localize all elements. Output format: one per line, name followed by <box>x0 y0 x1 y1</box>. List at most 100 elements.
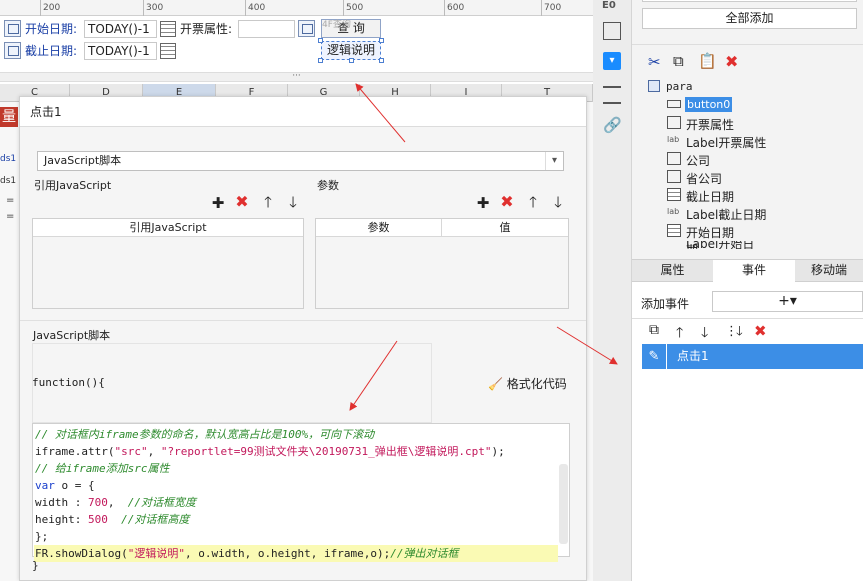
selection-handle[interactable] <box>379 38 384 43</box>
delete-icon[interactable]: ✖ <box>234 194 250 210</box>
code-line: height: 500 //对话框高度 <box>35 513 190 526</box>
script-section-label: JavaScript脚本 <box>33 329 111 342</box>
tab-events[interactable]: 事件 <box>713 260 795 282</box>
cut-icon[interactable]: ✂ <box>648 53 661 71</box>
tab-properties[interactable]: 属性 <box>632 260 713 281</box>
delete-icon[interactable]: ✖ <box>725 52 738 71</box>
tree-item[interactable]: Label开票属性 <box>686 134 766 151</box>
tree-item[interactable]: 截止日期 <box>686 188 734 205</box>
code-editor[interactable]: // 对话框内iframe参数的命名，默认宽高占比是100%，可向下滚动 ifr… <box>32 423 570 562</box>
events-pane: 添加事件 +▾ ⧉ 🡑 🡓 ⋮🡓 ✖ ✎ 点击1 <box>632 282 863 581</box>
list-icon[interactable] <box>603 86 621 104</box>
delete-icon[interactable]: ✖ <box>754 322 767 340</box>
add-all-label: 全部添加 <box>725 11 774 25</box>
tab-mobile[interactable]: 移动端 <box>795 260 863 281</box>
calendar-icon[interactable] <box>160 43 176 59</box>
invoice-attribute-label: 开票属性: <box>180 22 233 36</box>
sidebar-top-icon[interactable]: E0 <box>602 0 616 11</box>
tree-item-partial[interactable]: Label开始日期 <box>686 241 766 249</box>
move-up-icon[interactable]: 🡑 <box>260 194 276 210</box>
function-header: function(){ <box>32 376 105 389</box>
cell-element-icon[interactable] <box>603 22 621 40</box>
tree-item-button0[interactable]: button0 <box>685 97 733 112</box>
param-table[interactable]: 参数 值 <box>315 218 569 309</box>
pencil-icon[interactable]: ✎ <box>642 344 667 369</box>
param-section-label: 参数 <box>317 179 339 192</box>
grid-side-label: ds1 <box>0 154 17 164</box>
tree-root[interactable]: para <box>666 80 693 93</box>
tree-item[interactable]: 开始日期 <box>686 224 734 241</box>
paste-icon[interactable]: 📋 <box>698 52 717 70</box>
table-column-header: 引用JavaScript <box>33 219 303 237</box>
move-up-icon[interactable]: 🡑 <box>525 194 541 210</box>
grid-side-label: 量 <box>0 107 18 127</box>
add-all-button[interactable]: 全部添加 <box>642 8 857 29</box>
ruler-tick: 700 <box>544 3 562 13</box>
combo-widget-icon <box>667 170 681 183</box>
copy-icon[interactable]: ⧉ <box>649 322 659 338</box>
selection-handle[interactable] <box>318 58 323 63</box>
add-event-button[interactable]: +▾ <box>712 291 863 312</box>
label-widget-icon: lab <box>667 207 680 216</box>
parameter-form: 开始日期: TODAY()-1 开票属性: 查 询 4F查询 截止日期: TOD… <box>0 16 593 72</box>
add-event-label: 添加事件 <box>641 297 690 311</box>
chevron-down-icon[interactable]: ▾ <box>545 152 563 170</box>
tab-bar: 属性 事件 移动端 <box>632 259 863 282</box>
ruler-tick: 200 <box>43 3 61 13</box>
ruler-tick-line <box>444 0 445 16</box>
divider <box>20 320 586 321</box>
date-widget-icon <box>667 224 681 237</box>
code-line: // 对话框内iframe参数的命名，默认宽高占比是100%，可向下滚动 <box>35 428 375 441</box>
widget-list-bottom <box>642 0 857 2</box>
right-sidebar: E0 ▾ 🔗 <box>593 0 632 581</box>
script-type-select[interactable]: JavaScript脚本 ▾ <box>37 151 564 171</box>
label-widget-icon[interactable] <box>4 20 21 37</box>
calendar-icon[interactable] <box>160 21 176 37</box>
invoice-attribute-field[interactable] <box>238 20 295 38</box>
selection-handle[interactable] <box>379 58 384 63</box>
label-widget-icon[interactable] <box>4 42 21 59</box>
tree-item[interactable]: 公司 <box>686 152 710 169</box>
right-panel: 全部添加 ✂ ⧉ 📋 ✖ para button0 开票属性 lab Label… <box>593 0 863 581</box>
format-code-label: 格式化代码 <box>506 377 567 391</box>
selection-handle[interactable] <box>318 38 323 43</box>
move-down-icon[interactable]: 🡓 <box>550 194 566 210</box>
query-button-overlay: 4F查询 <box>322 20 351 30</box>
grid-side-label: = <box>6 211 15 222</box>
delete-icon[interactable]: ✖ <box>499 194 515 210</box>
split-bar[interactable]: ··· <box>0 72 593 82</box>
table-column-header: 参数 <box>316 219 442 237</box>
combo-widget-icon <box>667 152 681 165</box>
divider <box>632 318 863 319</box>
add-icon[interactable]: ✚ <box>210 195 226 211</box>
event-item-label: 点击1 <box>677 349 709 363</box>
add-icon[interactable]: ✚ <box>475 195 491 211</box>
format-code-button[interactable]: 🧹 格式化代码 <box>488 375 567 392</box>
grid-side-label: ds1 <box>0 176 17 186</box>
start-date-field[interactable]: TODAY()-1 <box>84 20 157 38</box>
code-line: // 给iframe添加src属性 <box>35 462 170 475</box>
tree-item[interactable]: 省公司 <box>686 170 722 187</box>
link-icon[interactable]: 🔗 <box>603 116 622 134</box>
code-line: iframe.attr("src", "?reportlet=99测试文件夹\2… <box>35 445 505 458</box>
start-date-label: 开始日期: <box>25 22 78 36</box>
copy-icon[interactable]: ⧉ <box>673 52 684 70</box>
label-widget-icon: lab <box>667 135 680 144</box>
selection-handle[interactable] <box>349 58 354 63</box>
end-date-field[interactable]: TODAY()-1 <box>84 42 157 60</box>
tree-item[interactable]: Label截止日期 <box>686 206 766 223</box>
editor-scrollbar[interactable] <box>559 464 568 544</box>
end-date-label: 截止日期: <box>25 44 78 58</box>
split-handle: ··· <box>292 71 301 81</box>
event-item-selected[interactable]: ✎ 点击1 <box>642 344 863 369</box>
move-down-icon[interactable]: 🡓 <box>285 194 301 210</box>
widget-settings-icon[interactable]: ▾ <box>603 52 621 70</box>
ruler-tick: 600 <box>447 3 465 13</box>
move-bottom-icon[interactable]: ⋮🡓 <box>725 322 743 344</box>
button-widget-icon[interactable] <box>298 20 315 37</box>
move-down-icon[interactable]: 🡓 <box>701 322 708 346</box>
move-up-icon[interactable]: 🡑 <box>676 322 683 346</box>
tree-item[interactable]: 开票属性 <box>686 116 734 133</box>
ref-javascript-table[interactable]: 引用JavaScript <box>32 218 304 309</box>
date-widget-icon <box>667 188 681 201</box>
